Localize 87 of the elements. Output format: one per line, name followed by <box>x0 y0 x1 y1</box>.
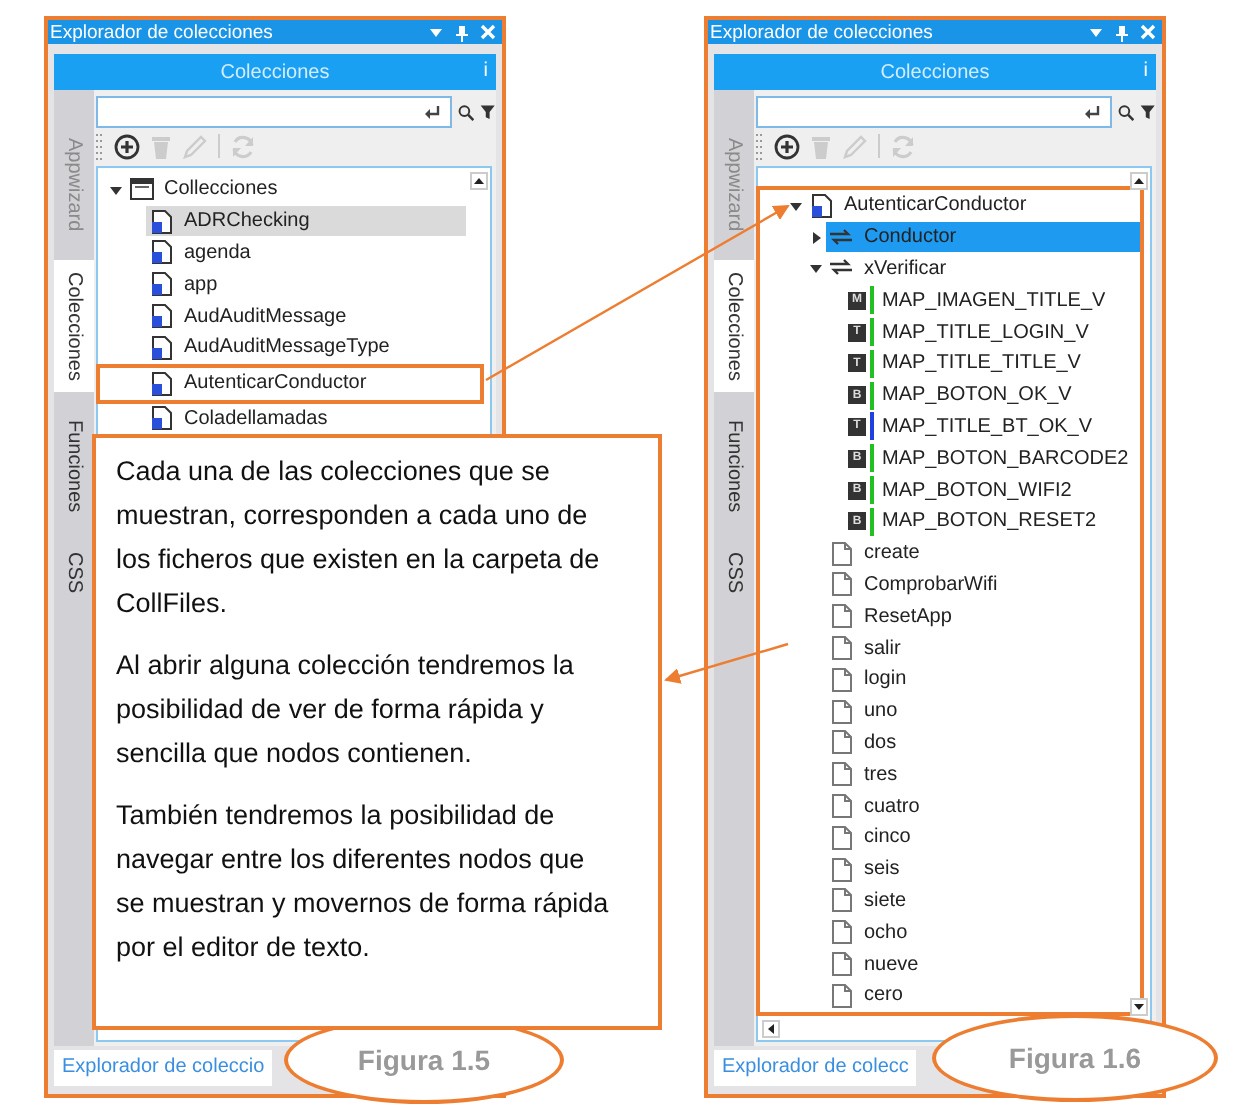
tree-item[interactable]: dos <box>826 727 905 758</box>
side-tab[interactable]: CSS <box>54 540 94 606</box>
tree-item[interactable]: cero <box>826 980 911 1011</box>
add-icon[interactable] <box>774 133 800 159</box>
tree-item[interactable]: AudAuditMessage <box>146 301 355 332</box>
document-icon <box>148 207 176 236</box>
dropdown-icon[interactable] <box>1088 24 1104 40</box>
callout-text: Cada una de las colecciones que se muestran, corresponden a cada uno de los ficheros que existen en la carpeta de CollFiles. <box>116 454 602 622</box>
tree-item[interactable]: AudAuditMessageType <box>146 332 398 363</box>
dropdown-icon[interactable] <box>428 24 444 40</box>
window-title: Explorador de colecciones <box>710 21 933 43</box>
file-icon <box>828 728 856 757</box>
window-icon <box>128 175 156 204</box>
file-icon <box>828 855 856 884</box>
document-icon <box>148 369 176 398</box>
document-icon <box>148 404 176 433</box>
scroll-up-icon[interactable] <box>470 172 488 190</box>
file-icon <box>828 950 856 979</box>
document-icon <box>148 333 176 362</box>
tree-item[interactable]: app <box>146 269 226 300</box>
file-icon <box>828 886 856 915</box>
file-icon <box>828 697 856 726</box>
file-icon <box>828 823 856 852</box>
collapse-icon[interactable] <box>807 260 823 277</box>
collapse-icon[interactable] <box>787 197 803 214</box>
scroll-left-icon[interactable] <box>762 1020 780 1038</box>
file-icon <box>828 570 856 599</box>
filter-icon[interactable] <box>1140 100 1156 124</box>
tree-item[interactable]: ResetApp <box>826 601 960 632</box>
tree-item[interactable]: nueve <box>826 949 927 980</box>
document-icon <box>808 191 836 220</box>
return-icon[interactable] <box>1082 102 1102 122</box>
tree-item[interactable]: Conductor <box>826 222 1140 253</box>
side-tab[interactable]: Funciones <box>54 408 94 525</box>
tree-item[interactable]: cinco <box>826 822 919 853</box>
tree-item[interactable]: seis <box>826 854 908 885</box>
tree-item[interactable]: login <box>826 664 915 695</box>
file-icon <box>828 792 856 821</box>
tree-item[interactable]: uno <box>826 696 906 727</box>
tree-item[interactable]: Collecciones <box>126 174 286 205</box>
pin-icon[interactable] <box>454 23 470 41</box>
search-icon[interactable] <box>458 99 475 125</box>
close-icon[interactable] <box>480 24 496 40</box>
file-icon <box>828 665 856 694</box>
document-icon <box>148 238 176 267</box>
tree-item[interactable]: Coladellamadas <box>146 403 336 434</box>
add-icon[interactable] <box>114 133 140 159</box>
side-tab[interactable]: Funciones <box>714 408 754 525</box>
tree-item[interactable]: ComprobarWifi <box>826 569 1006 600</box>
callout-text: Al abrir alguna colección tendremos la posibilidad de ver de forma rápida y sencilla que nodos contienen. <box>116 648 576 772</box>
tree-item[interactable]: create <box>826 538 928 569</box>
tree-item[interactable]: siete <box>826 885 915 916</box>
header-title: Colecciones <box>880 61 990 83</box>
tree-item[interactable]: xVerificar <box>826 253 955 284</box>
search-field[interactable] <box>756 96 1112 128</box>
file-icon <box>828 981 856 1010</box>
side-tab[interactable]: Colecciones <box>714 259 754 393</box>
tree-item[interactable]: agenda <box>146 237 259 268</box>
side-tab[interactable]: Colecciones <box>54 259 94 393</box>
tree-item[interactable]: AutenticarConductor <box>806 190 1035 221</box>
filter-icon[interactable] <box>480 100 496 124</box>
tree-item[interactable]: ocho <box>826 917 916 948</box>
tree-item[interactable]: ADRChecking <box>146 206 466 237</box>
document-icon <box>148 302 176 331</box>
header-title: Colecciones <box>220 61 330 83</box>
tree-item[interactable]: salir <box>826 633 909 664</box>
close-icon[interactable] <box>1140 24 1156 40</box>
search-field[interactable] <box>96 96 452 128</box>
window-title: Explorador de colecciones <box>50 21 273 43</box>
search-icon[interactable] <box>1118 99 1135 125</box>
file-icon <box>828 539 856 568</box>
scroll-down-icon[interactable] <box>1130 998 1148 1016</box>
side-tab[interactable]: CSS <box>714 540 754 606</box>
file-icon <box>828 602 856 631</box>
file-icon <box>828 760 856 789</box>
file-icon <box>828 634 856 663</box>
tree-item[interactable]: cuatro <box>826 791 928 822</box>
return-icon[interactable] <box>422 102 442 122</box>
scroll-up-icon[interactable] <box>1130 172 1148 190</box>
file-icon <box>828 918 856 947</box>
collapse-icon[interactable] <box>107 181 123 198</box>
tree-item[interactable]: AutenticarConductor <box>146 368 375 399</box>
figure-label: Figura 1.6 <box>932 1014 1218 1102</box>
callout-text: También tendremos la posibilidad de navegar entre los diferentes nodos que se muestran y movernos de forma rápida por el editor de texto. <box>116 798 610 966</box>
document-icon <box>148 270 176 299</box>
pin-icon[interactable] <box>1114 23 1130 41</box>
tree-item[interactable]: tres <box>826 759 906 790</box>
